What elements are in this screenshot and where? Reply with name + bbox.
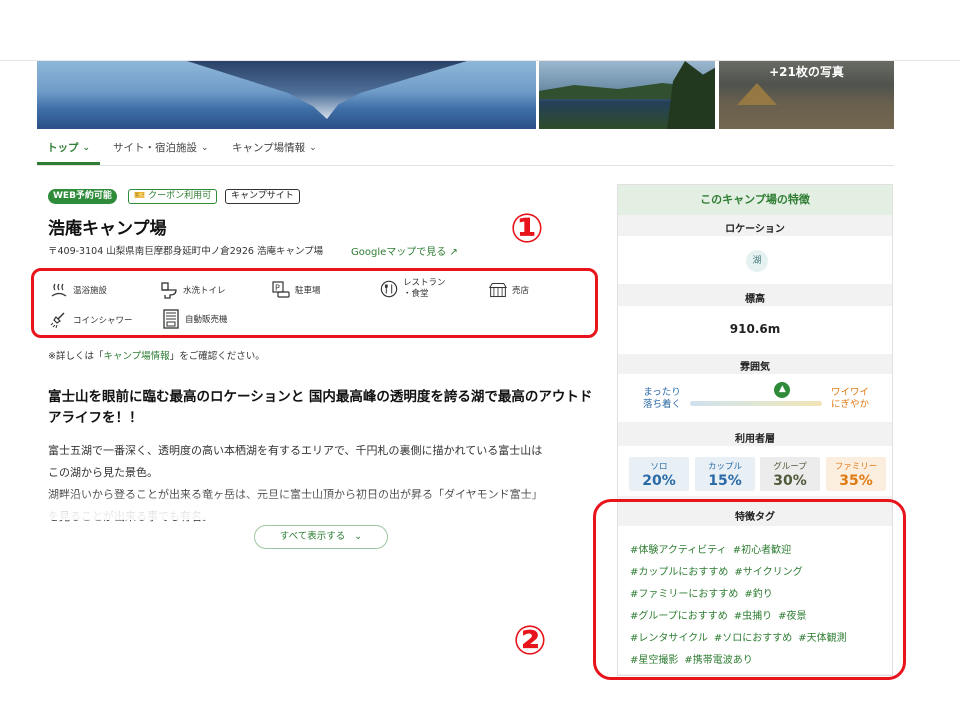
location-label: ロケーション [725,224,785,235]
campsite-address: 〒409-3104 山梨県南巨摩郡身延町中ノ倉2926 浩庵キャンプ場 [48,246,324,257]
user-segment: ファミリー 35% [826,457,886,491]
mood-scale [690,401,822,406]
more-photos-label[interactable]: +21枚の写真 [719,63,894,80]
tab-label: サイト・宿泊施設 [113,142,197,154]
web-reservation-badge: WEB予約可能 [48,189,117,204]
user-segment: カップル 15% [695,457,755,491]
note-prefix: ※詳しくは「 [48,351,104,362]
coupon-icon: 🎫 [134,191,146,201]
user-segment-value: 15% [708,473,742,489]
user-segment-label: ファミリー [834,462,878,472]
users-label: 利用者層 [735,434,775,445]
external-link-icon: ↗ [449,247,458,258]
nav-tabs: トップ ⌄ サイト・宿泊施設 ⌄ キャンプ場情報 ⌄ [37,130,894,166]
mood-calm-label: まったり 落ち着く [642,387,681,410]
elevation-label: 標高 [745,294,765,305]
description-line: この湖から見た景色。 [48,466,158,479]
mood-label: 雰囲気 [740,362,770,373]
description-fade [40,490,600,520]
tab-camp-info[interactable]: キャンプ場情報 ⌄ [232,140,317,155]
camp-info-link[interactable]: キャンプ場情報 [103,351,169,362]
coupon-badge-label: クーポン利用可 [148,191,212,201]
annotation-number-1: ① [510,206,544,252]
annotation-box-2 [593,499,906,680]
show-all-button[interactable]: すべて表示する ⌄ [254,525,388,549]
campsite-badge: キャンプサイト [225,189,300,204]
user-segment: グループ 30% [760,457,820,491]
mood-lively-label: ワイワイ にぎやか [830,387,869,410]
chevron-down-icon: ⌄ [309,142,317,153]
features-title: このキャンプ場の特徴 [618,185,892,215]
user-segment: ソロ 20% [629,457,689,491]
photo-thumbnail[interactable] [539,61,715,129]
tab-label: キャンプ場情報 [232,142,306,154]
main-photo[interactable] [37,61,536,129]
info-note: ※詳しくは「キャンプ場情報」をご確認ください。 [48,348,265,362]
chevron-down-icon: ⌄ [354,531,363,542]
active-tab-indicator [37,162,100,165]
annotation-box-1 [31,268,598,338]
google-map-link-label: Googleマップで見る [351,247,447,258]
show-all-label: すべて表示する [279,531,346,542]
lake-badge: 湖 [746,250,768,272]
tab-label: トップ [47,142,79,154]
tab-top[interactable]: トップ ⌄ [47,140,90,155]
campsite-title: 浩庵キャンプ場 [48,219,167,239]
elevation-value: 910.6m [729,322,781,336]
google-map-link[interactable]: Googleマップで見る ↗ [351,243,458,258]
user-segment-value: 30% [773,473,807,489]
user-segment-label: ソロ [650,462,668,472]
note-suffix: 」をご確認ください。 [169,351,265,362]
description-line: 富士五湖で一番深く、透明度の高い本栖湖を有するエリアで、千円札の裏側に描かれてい… [48,444,543,457]
user-segment-label: グループ [773,462,807,472]
description-heading: 富士山を眼前に臨む最高のロケーションと 国内最高峰の透明度を誇る湖で最高のアウト… [48,389,593,426]
coupon-badge: 🎫 クーポン利用可 [128,189,218,204]
chevron-down-icon: ⌄ [82,142,91,153]
user-segment-label: カップル [707,462,742,472]
annotation-number-2: ② [513,618,547,664]
chevron-down-icon: ⌄ [201,142,209,153]
user-segment-value: 35% [839,473,873,489]
tab-sites[interactable]: サイト・宿泊施設 ⌄ [113,140,209,155]
user-segment-value: 20% [642,473,676,489]
